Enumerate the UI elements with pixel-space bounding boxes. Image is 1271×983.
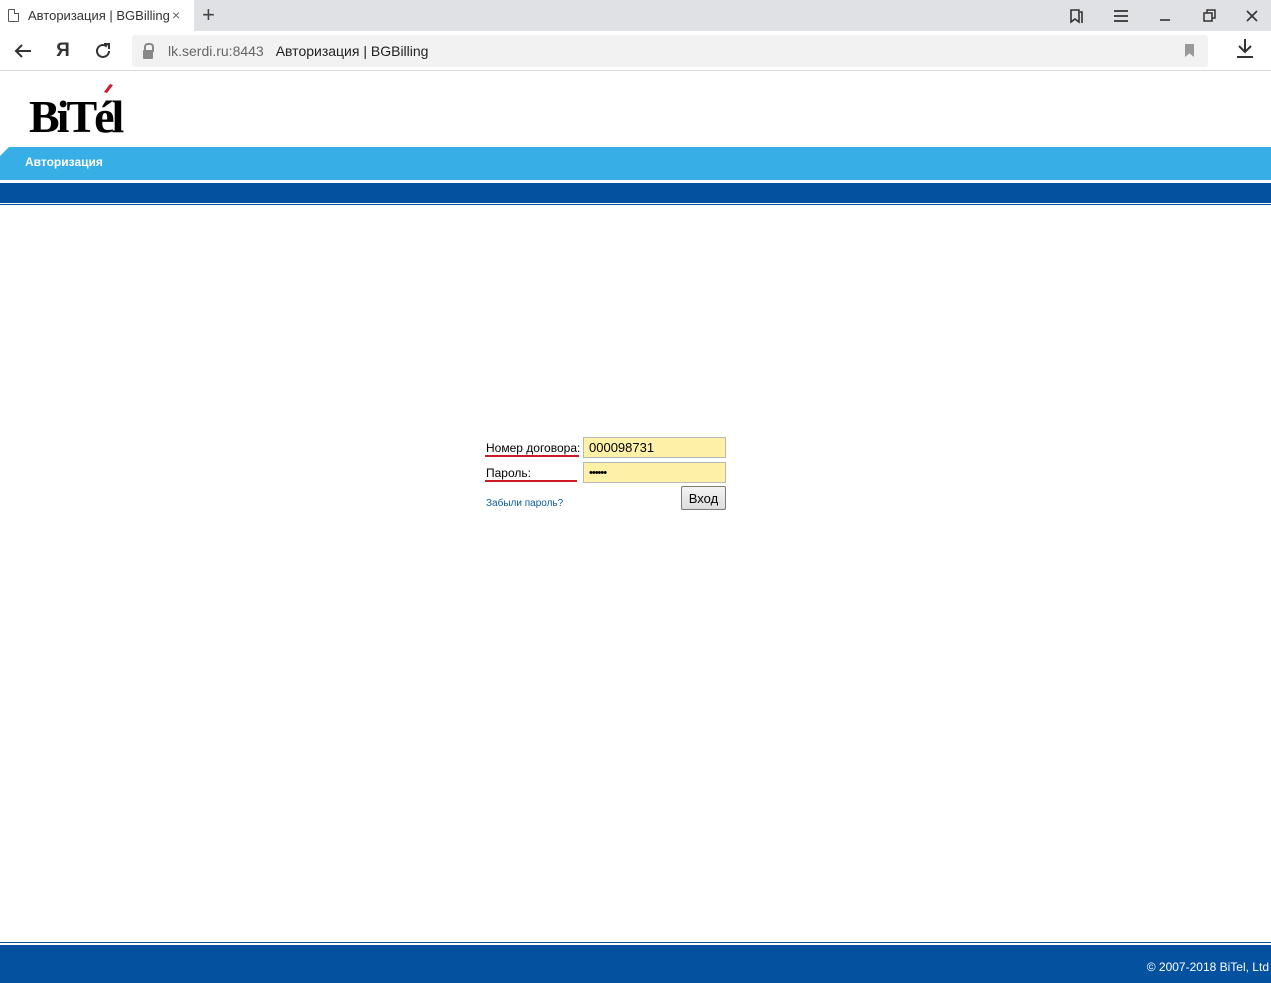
tab-title: Авторизация | BGBilling [28, 8, 170, 23]
copyright-text: © 2007-2018 BiTel, Ltd [1146, 960, 1269, 974]
menu-icon[interactable] [1101, 0, 1141, 31]
restore-icon[interactable] [1189, 0, 1229, 31]
divider [0, 942, 1271, 943]
reload-icon[interactable] [88, 37, 118, 65]
forgot-password-link[interactable]: Забыли пароль? [486, 498, 563, 509]
yandex-button[interactable]: Я [48, 37, 78, 65]
svg-text:BiTél: BiTél [29, 91, 124, 138]
close-window-icon[interactable] [1232, 0, 1271, 31]
address-bar[interactable]: lk.serdi.ru:8443 Авторизация | BGBilling [132, 35, 1208, 67]
url-host: lk.serdi.ru:8443 [168, 43, 264, 59]
footer: © 2007-2018 BiTel, Ltd [0, 945, 1271, 983]
password-input[interactable] [583, 462, 726, 483]
bitel-logo: BiTél [28, 82, 128, 142]
new-tab-icon[interactable]: + [202, 3, 215, 27]
contract-number-label: Номер договора: [486, 441, 581, 455]
divider [0, 204, 1271, 205]
tabs-bookmark-icon[interactable] [1056, 0, 1096, 31]
browser-tab-strip: Авторизация | BGBilling × + [0, 0, 1271, 31]
divider [0, 181, 1271, 182]
yandex-letter: Я [56, 40, 70, 61]
sub-header-bar [0, 183, 1271, 203]
menu-bar-notch [0, 147, 9, 156]
login-button[interactable]: Вход [681, 486, 726, 510]
bookmark-icon[interactable] [1185, 44, 1194, 57]
download-icon[interactable] [1236, 38, 1254, 64]
browser-navbar: Я lk.serdi.ru:8443 Авторизация | BGBilli… [0, 31, 1271, 71]
page-icon [8, 9, 19, 22]
browser-tab[interactable]: Авторизация | BGBilling × [0, 0, 194, 31]
label-underline [485, 455, 579, 457]
contract-number-input[interactable] [583, 437, 726, 458]
lock-icon[interactable] [143, 42, 154, 59]
label-underline [485, 480, 577, 482]
password-label: Пароль: [486, 466, 531, 480]
back-arrow-icon[interactable] [8, 37, 38, 65]
menu-item-auth[interactable]: Авторизация [25, 155, 103, 169]
minimize-icon[interactable] [1145, 0, 1185, 31]
url-page-title: Авторизация | BGBilling [275, 43, 429, 59]
menu-bar [0, 147, 1271, 180]
tab-close-icon[interactable]: × [172, 7, 180, 23]
